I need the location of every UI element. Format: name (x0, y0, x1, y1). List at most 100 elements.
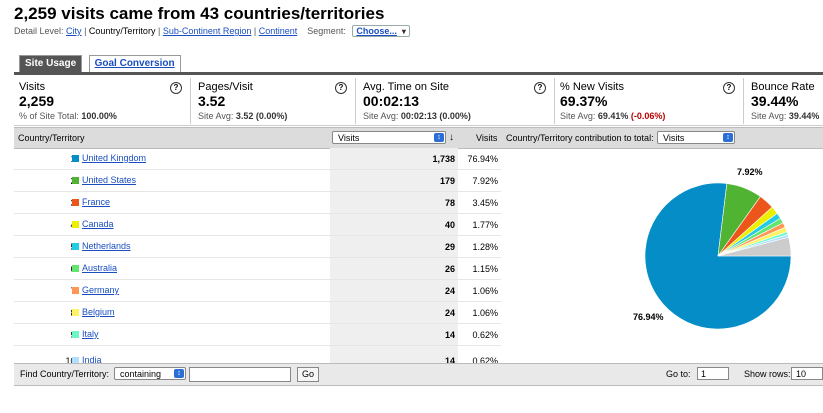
segment-value: Choose... (356, 26, 397, 36)
go-button[interactable]: Go (297, 367, 320, 382)
table-row: 3. France 78 3.45% (14, 192, 501, 214)
metric-sub-value: 39.44% (788, 111, 820, 121)
visits-cell: 40 (330, 214, 458, 235)
page-title: 2,259 visits came from 43 countries/terr… (14, 4, 385, 23)
contribution-select[interactable]: Visits ↕ (657, 131, 735, 144)
segment-dropdown[interactable]: Choose... ▾ (352, 25, 410, 37)
metric-sub-value: 69.41% (597, 111, 629, 121)
metric-subtext: Site Avg: 69.41% (-0.06%) (560, 111, 665, 121)
color-swatch (72, 331, 79, 338)
table-header: Country/Territory Visits ↕ ↓ Visits Count… (14, 127, 823, 149)
metric-select[interactable]: Visits ↕ (332, 131, 446, 144)
find-mode-value: containing (120, 369, 162, 379)
tab-site-usage[interactable]: Site Usage (19, 55, 83, 72)
table-row: 9. Italy 14 0.62% (14, 324, 501, 346)
visits-value: 179 (439, 176, 455, 186)
metric-sub-prefix: % of Site Total: (19, 111, 79, 121)
select-arrows-icon: ↕ (174, 369, 184, 378)
percent-value: 1.28% (472, 242, 498, 252)
pie-data-label-uk: 76.94% (633, 312, 664, 322)
country-link[interactable]: Germany (82, 285, 119, 295)
select-arrows-icon: ↕ (434, 133, 444, 142)
country-link[interactable]: United Kingdom (82, 153, 146, 163)
percent-value: 0.62% (472, 330, 498, 340)
metrics-scorecard: Visits ? 2,259 % of Site Total: 100.00% … (14, 78, 823, 126)
metric-sub-value: 100.00% (81, 111, 117, 121)
percent-value: 1.77% (472, 220, 498, 230)
detail-link-city[interactable]: City (66, 26, 82, 36)
goto-input[interactable]: 1 (697, 367, 729, 380)
visits-cell: 24 (330, 302, 458, 323)
contribution-pie-chart: 7.92% 76.94% (502, 148, 823, 362)
show-rows-select[interactable]: 10 (791, 367, 823, 380)
percent-value: 1.15% (472, 264, 498, 274)
visits-cell: 29 (330, 236, 458, 257)
percent-value: 76.94% (467, 154, 498, 164)
country-link[interactable]: Netherlands (82, 241, 131, 251)
table-row: 2. United States 179 7.92% (14, 170, 501, 192)
table-row: 8. Belgium 24 1.06% (14, 302, 501, 324)
data-table: 1. United Kingdom 1,738 76.94% 2. United… (14, 148, 501, 374)
metric-subtext: Site Avg: 39.44% (751, 111, 819, 121)
contribution-label: Country/Territory contribution to total: (506, 133, 654, 143)
metric-avg-time-on-site: Avg. Time on Site ? 00:02:13 Site Avg: 0… (358, 78, 555, 124)
visits-cell: 14 (330, 324, 458, 345)
column-header-country[interactable]: Country/Territory (18, 128, 85, 148)
find-label: Find Country/Territory: (20, 369, 110, 379)
show-rows-label: Show rows: (744, 369, 791, 379)
table-row: 6. Australia 26 1.15% (14, 258, 501, 280)
percent-value: 7.92% (472, 176, 498, 186)
metric-subtext: % of Site Total: 100.00% (19, 111, 117, 121)
metric-value: 2,259 (19, 93, 55, 109)
metric-value: 69.37% (560, 93, 608, 109)
visits-value: 14 (444, 330, 455, 340)
color-swatch (72, 243, 79, 250)
metric-subtext: Site Avg: 3.52 (0.00%) (198, 111, 287, 121)
country-link[interactable]: Belgium (82, 307, 115, 317)
visits-cell: 179 (330, 170, 458, 191)
tab-goal-conversion[interactable]: Goal Conversion (88, 55, 181, 72)
visits-cell: 78 (330, 192, 458, 213)
metric-sub-value: 3.52 (0.00%) (235, 111, 288, 121)
metric-sub-prefix: Site Avg: (751, 111, 787, 121)
detail-level-bar: Detail Level: City | Country/Territory |… (14, 25, 410, 37)
metric-sub-prefix: Site Avg: (198, 111, 234, 121)
visits-cell: 1,738 (330, 148, 458, 169)
report-tabs: Site Usage Goal Conversion (19, 54, 183, 72)
tab-divider (14, 72, 823, 75)
metric-subtext: Site Avg: 00:02:13 (0.00%) (363, 111, 471, 121)
country-link[interactable]: France (82, 197, 110, 207)
metric-sub-prefix: Site Avg: (363, 111, 399, 121)
visits-value: 29 (444, 242, 455, 252)
detail-current-country: Country/Territory (88, 26, 156, 36)
visits-value: 26 (444, 264, 455, 274)
pie-data-label-us: 7.92% (737, 167, 763, 177)
table-row: 4. Canada 40 1.77% (14, 214, 501, 236)
metric-new-visits: % New Visits ? 69.37% Site Avg: 69.41% (… (555, 78, 744, 124)
help-icon[interactable]: ? (534, 82, 546, 94)
color-swatch (72, 155, 79, 162)
table-footer: Find Country/Territory: containing ↕ Go G… (14, 363, 823, 386)
sort-arrow-icon[interactable]: ↓ (449, 128, 454, 148)
country-link[interactable]: United States (82, 175, 136, 185)
country-link[interactable]: Italy (82, 329, 99, 339)
metric-value: 39.44% (751, 93, 799, 109)
help-icon[interactable]: ? (335, 82, 347, 94)
metric-bounce-rate: Bounce Rate 39.44% Site Avg: 39.44% (746, 78, 823, 124)
detail-link-continent[interactable]: Continent (259, 26, 298, 36)
find-input[interactable] (189, 367, 291, 382)
country-link[interactable]: Australia (82, 263, 117, 273)
find-mode-select[interactable]: containing ↕ (114, 367, 186, 380)
visits-value: 24 (444, 308, 455, 318)
metric-visits: Visits ? 2,259 % of Site Total: 100.00% (14, 78, 191, 124)
help-icon[interactable]: ? (170, 82, 182, 94)
visits-cell: 24 (330, 280, 458, 301)
country-link[interactable]: Canada (82, 219, 114, 229)
visits-value: 78 (444, 198, 455, 208)
detail-link-subcontinent[interactable]: Sub-Continent Region (163, 26, 252, 36)
segment-label: Segment: (307, 26, 346, 36)
percent-value: 3.45% (472, 198, 498, 208)
column-header-visits[interactable]: Visits (476, 128, 497, 148)
metric-label: Visits (19, 81, 46, 93)
help-icon[interactable]: ? (723, 82, 735, 94)
